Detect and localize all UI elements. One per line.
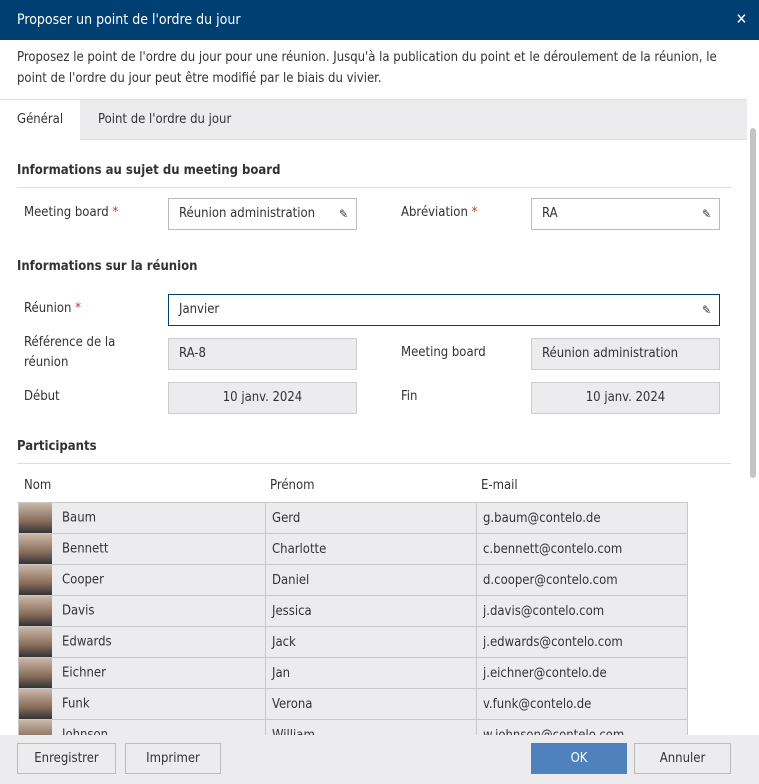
tab-general[interactable]: Général [0, 100, 80, 141]
tab-agenda-item[interactable]: Point de l'ordre du jour [81, 100, 248, 140]
end-label: Fin [401, 389, 418, 404]
column-header-first-name[interactable]: Prénom [270, 478, 315, 493]
cancel-button[interactable]: Annuler [634, 743, 731, 774]
first-name-cell: Jessica [265, 595, 477, 627]
first-name-cell: Daniel [265, 564, 477, 596]
ref-label: Référence de la réunion [24, 335, 116, 370]
avatar [19, 627, 52, 657]
table-row[interactable]: Davis Jessica j.davis@contelo.com [18, 595, 688, 627]
board-label-2: Meeting board [401, 345, 486, 360]
meeting-input[interactable]: Janvier ✎ [168, 294, 720, 326]
section-title-meeting: Informations sur la réunion [17, 259, 198, 274]
dialog-title: Proposer un point de l'ordre du jour [17, 12, 241, 28]
print-button[interactable]: Imprimer [125, 743, 221, 774]
last-name-cell: Davis [18, 595, 266, 627]
email-cell: g.baum@contelo.de [476, 502, 688, 534]
meeting-label: Réunion * [24, 301, 81, 316]
table-row[interactable]: Edwards Jack j.edwards@contelo.com [18, 626, 688, 658]
first-name-cell: Verona [265, 688, 477, 720]
email-cell: v.funk@contelo.de [476, 688, 688, 720]
first-name-cell: Jack [265, 626, 477, 658]
last-name-cell: Baum [18, 502, 266, 534]
email-cell: j.eichner@contelo.de [476, 657, 688, 689]
abbr-label: Abréviation * [401, 205, 478, 220]
email-cell: j.davis@contelo.com [476, 595, 688, 627]
avatar [19, 565, 52, 595]
ok-button[interactable]: OK [531, 743, 627, 774]
divider [17, 463, 731, 464]
email-cell: c.bennett@contelo.com [476, 533, 688, 565]
table-row[interactable]: Bennett Charlotte c.bennett@contelo.com [18, 533, 688, 565]
start-label: Début [24, 389, 60, 404]
dialog-titlebar: Proposer un point de l'ordre du jour ✕ [0, 0, 759, 40]
avatar [19, 503, 52, 533]
last-name-cell: Edwards [18, 626, 266, 658]
last-name-cell: Eichner [18, 657, 266, 689]
close-icon[interactable]: ✕ [736, 10, 747, 28]
edit-icon[interactable]: ✎ [702, 199, 711, 229]
last-name-cell: Cooper [18, 564, 266, 596]
table-row[interactable]: Eichner Jan j.eichner@contelo.de [18, 657, 688, 689]
abbreviation-input[interactable]: RA ✎ [531, 198, 720, 230]
table-row[interactable]: Baum Gerd g.baum@contelo.de [18, 502, 688, 534]
last-name-cell: Bennett [18, 533, 266, 565]
section-title-participants: Participants [17, 439, 97, 454]
description: Proposez le point de l'ordre du jour pou… [17, 50, 717, 86]
dialog-footer: Enregistrer Imprimer OK Annuler [0, 735, 759, 784]
start-date-field: 10 janv. 2024 [168, 382, 357, 414]
avatar [19, 596, 52, 626]
section-title-board: Informations au sujet du meeting board [17, 163, 281, 178]
table-row[interactable]: Cooper Daniel d.cooper@contelo.com [18, 564, 688, 596]
meeting-board-input[interactable]: Réunion administration ✎ [168, 198, 357, 230]
first-name-cell: Gerd [265, 502, 477, 534]
end-date-field: 10 janv. 2024 [531, 382, 720, 414]
tab-bar: Général Point de l'ordre du jour [0, 99, 747, 141]
column-header-email[interactable]: E-mail [481, 478, 518, 493]
save-button[interactable]: Enregistrer [17, 743, 116, 774]
email-cell: j.edwards@contelo.com [476, 626, 688, 658]
email-cell: d.cooper@contelo.com [476, 564, 688, 596]
scrollbar[interactable] [750, 128, 756, 478]
meeting-reference-field: RA-8 [168, 338, 357, 370]
table-row[interactable]: Funk Verona v.funk@contelo.de [18, 688, 688, 720]
divider [17, 187, 731, 188]
avatar [19, 658, 52, 688]
avatar [19, 534, 52, 564]
last-name-cell: Funk [18, 688, 266, 720]
first-name-cell: Charlotte [265, 533, 477, 565]
participants-table: Baum Gerd g.baum@contelo.de Bennett Charlott… [18, 502, 688, 751]
edit-icon[interactable]: ✎ [339, 199, 348, 229]
meeting-board-field: Réunion administration [531, 338, 720, 370]
first-name-cell: Jan [265, 657, 477, 689]
avatar [19, 689, 52, 719]
edit-icon[interactable]: ✎ [702, 295, 711, 325]
column-header-last-name[interactable]: Nom [24, 478, 51, 493]
board-label: Meeting board * [24, 205, 119, 220]
